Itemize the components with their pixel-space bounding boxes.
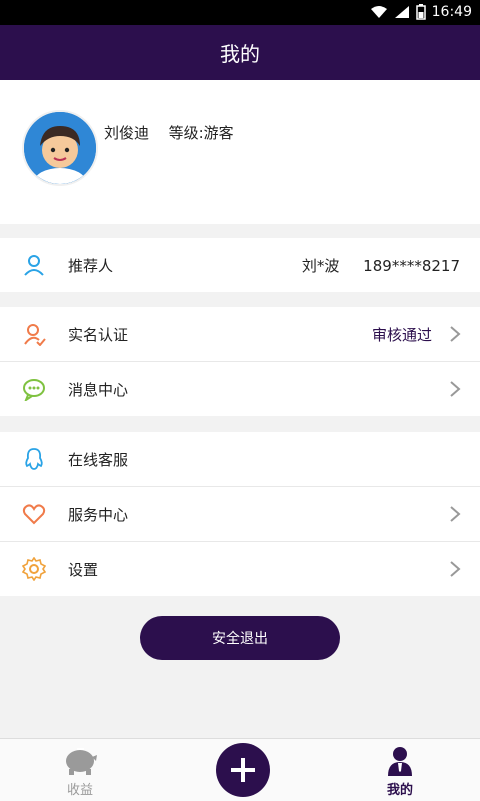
- chevron-right-icon: [450, 561, 461, 577]
- signal-icon: [394, 6, 409, 18]
- heart-icon: [22, 504, 46, 525]
- profile-name: 刘俊迪: [104, 124, 150, 142]
- add-button[interactable]: [216, 743, 270, 797]
- menu-item-label: 设置: [68, 561, 99, 579]
- bottom-tab-bar: 收益 我的: [0, 738, 480, 801]
- tab-label: 收益: [66, 783, 93, 798]
- status-time: 16:49: [431, 4, 472, 20]
- referrer-section: 推荐人 刘*波 189****8217: [0, 238, 480, 292]
- profile-level: 等级:游客: [168, 124, 234, 142]
- profile-card: 刘俊迪 等级:游客: [0, 80, 480, 224]
- tab-earnings[interactable]: 收益: [40, 739, 120, 801]
- verification-status: 审核通过: [371, 326, 432, 344]
- chevron-right-icon: [450, 326, 461, 342]
- chevron-right-icon: [450, 381, 461, 397]
- gear-icon: [22, 557, 46, 581]
- menu-item-message-center[interactable]: 消息中心: [0, 362, 480, 416]
- user-verify-icon: [24, 324, 46, 346]
- menu-item-settings[interactable]: 设置: [0, 542, 480, 596]
- user-profile-icon: [388, 747, 412, 776]
- referrer-value: 刘*波 189****8217: [301, 257, 460, 275]
- menu-group-1: 实名认证 审核通过 消息中心: [0, 307, 480, 416]
- menu-group-2: 在线客服 服务中心 设置: [0, 432, 480, 596]
- piggy-bank-icon: [66, 748, 97, 775]
- menu-item-online-service[interactable]: 在线客服: [0, 432, 480, 487]
- menu-item-real-name-auth[interactable]: 实名认证 审核通过: [0, 307, 480, 362]
- logout-button[interactable]: 安全退出: [140, 616, 340, 660]
- referrer-row: 推荐人 刘*波 189****8217: [0, 238, 480, 292]
- person-icon: [24, 255, 44, 276]
- menu-item-label: 消息中心: [68, 381, 129, 399]
- profile-info: 刘俊迪 等级:游客: [104, 122, 234, 143]
- avatar[interactable]: [22, 110, 98, 186]
- qq-penguin-icon: [25, 448, 43, 470]
- chat-bubble-icon: [23, 379, 45, 401]
- menu-item-label: 实名认证: [68, 326, 129, 344]
- page-header: 我的: [0, 25, 480, 80]
- wifi-icon: [370, 6, 387, 18]
- status-icons: 16:49: [370, 4, 472, 20]
- battery-icon: [415, 4, 426, 20]
- status-bar: 16:49: [0, 0, 480, 25]
- page-title: 我的: [220, 42, 260, 66]
- referrer-label: 推荐人: [68, 257, 114, 275]
- menu-item-service-center[interactable]: 服务中心: [0, 487, 480, 542]
- avatar-cartoon-boy-icon: [24, 112, 96, 184]
- tab-mine[interactable]: 我的: [360, 739, 440, 801]
- chevron-right-icon: [450, 506, 461, 522]
- tab-label: 我的: [386, 783, 413, 798]
- menu-item-label: 在线客服: [68, 451, 129, 469]
- menu-item-label: 服务中心: [68, 506, 129, 524]
- plus-icon: [231, 758, 255, 782]
